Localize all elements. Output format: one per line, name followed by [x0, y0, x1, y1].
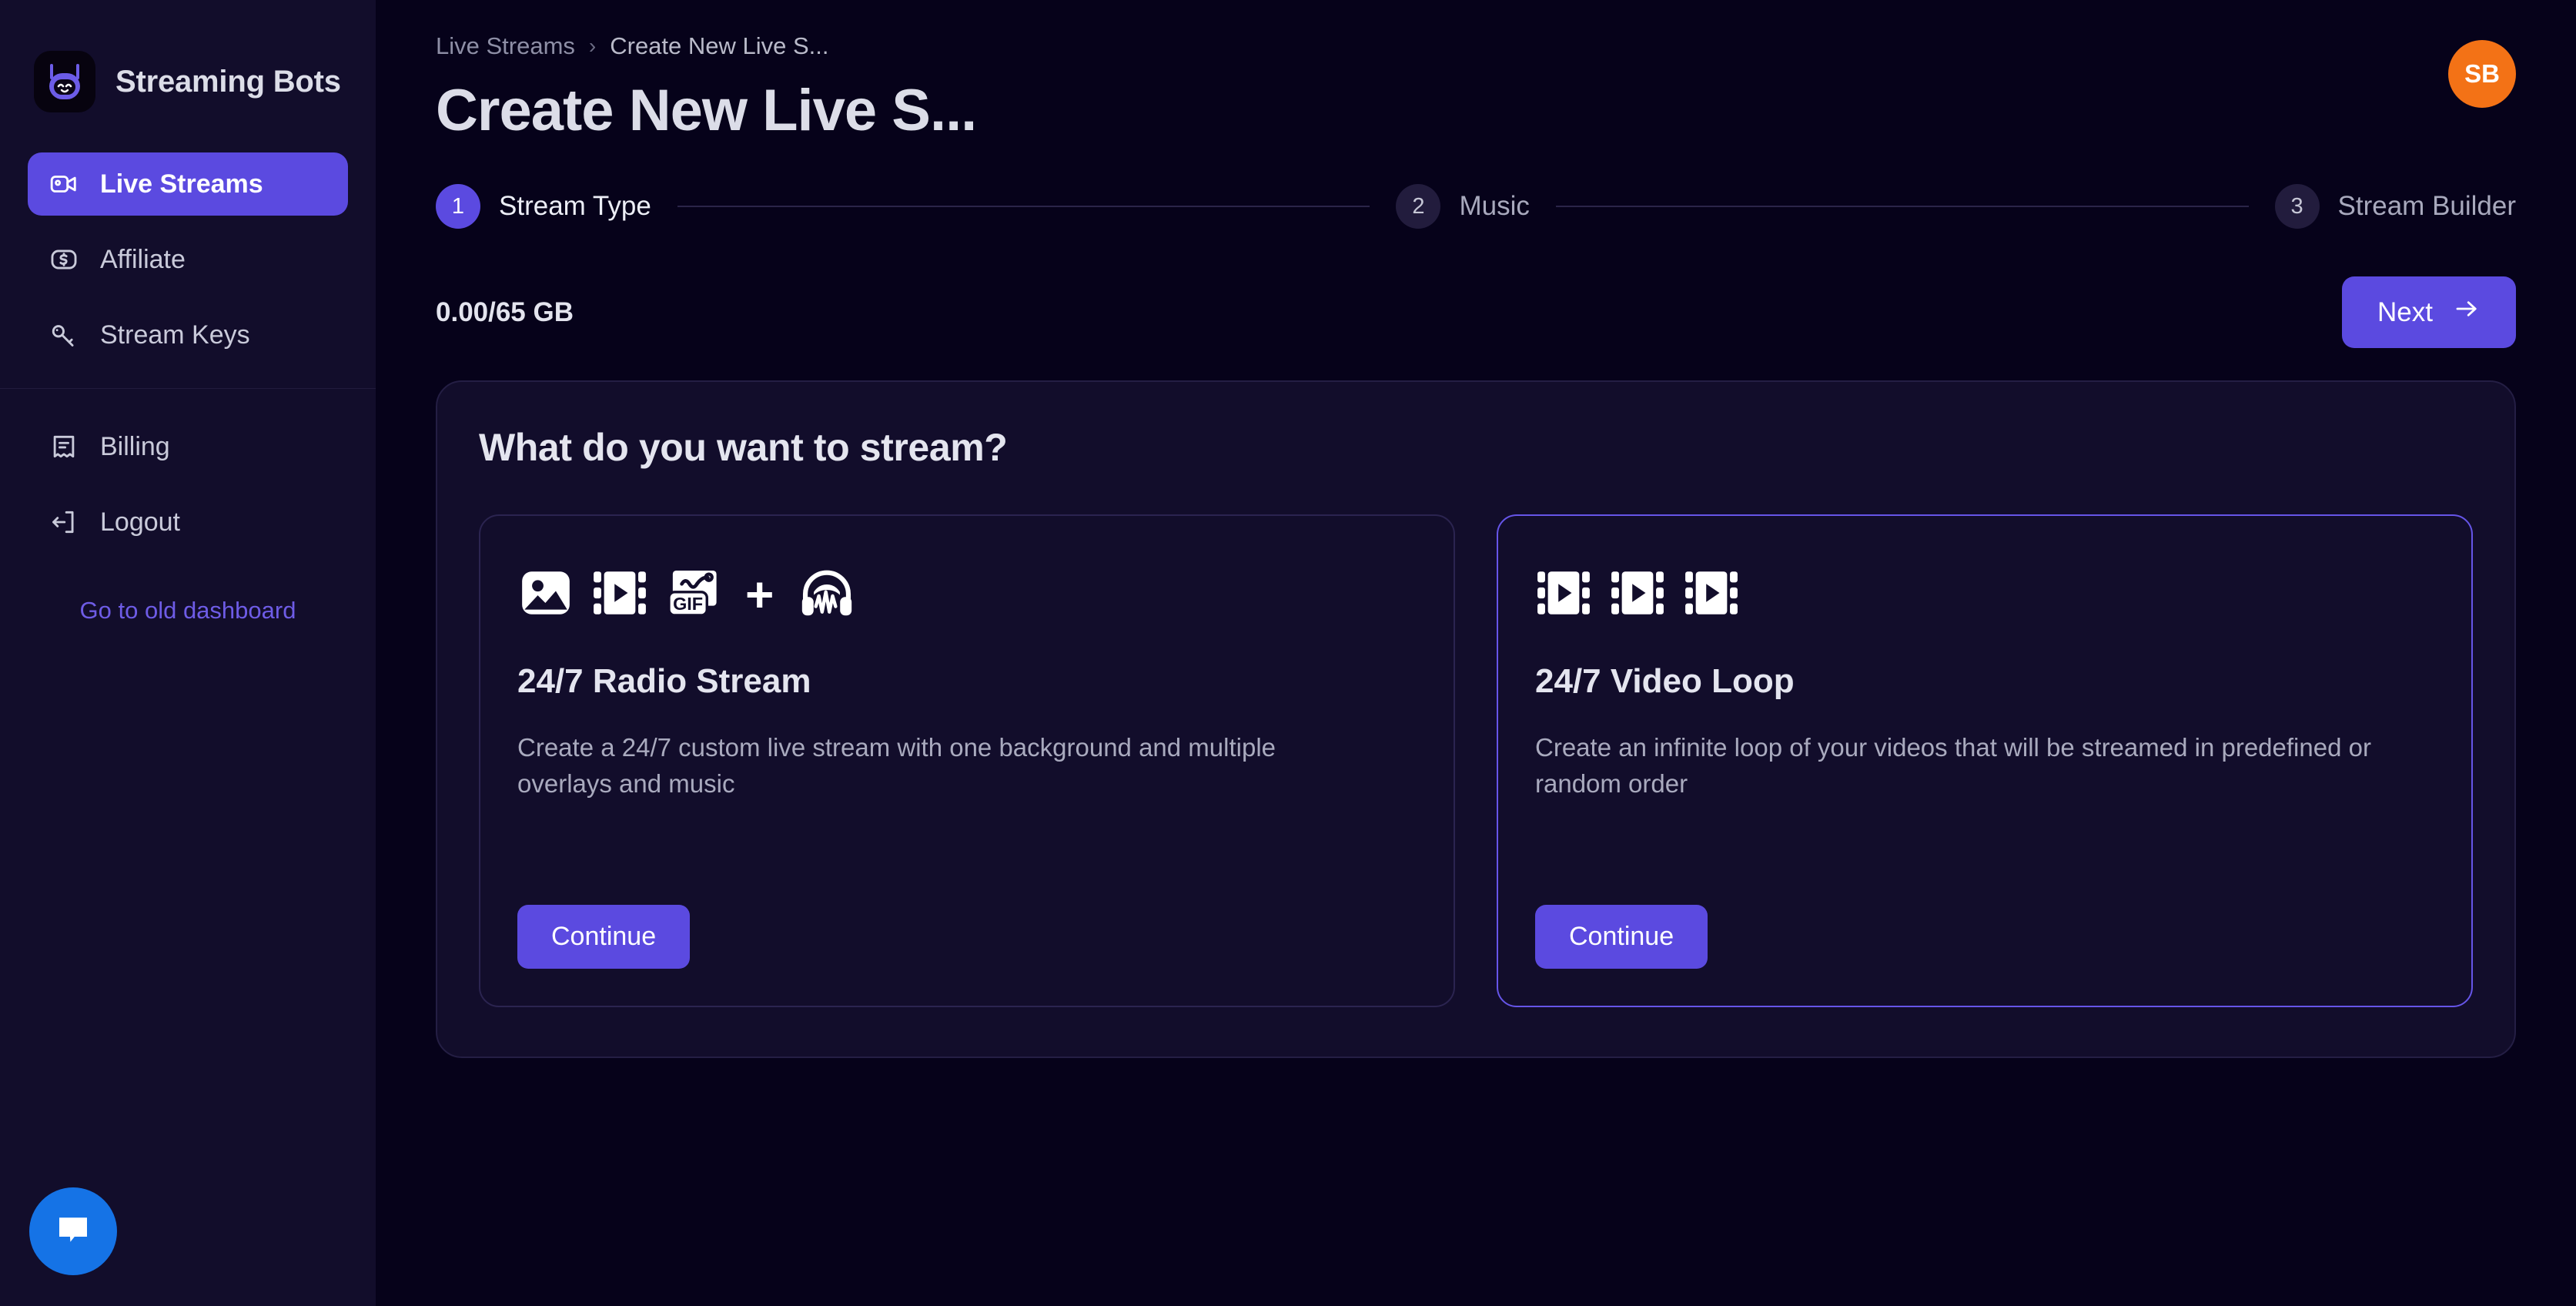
film-icon — [1609, 564, 1666, 625]
next-button[interactable]: Next — [2342, 276, 2516, 348]
dollar-box-icon — [48, 243, 80, 276]
card-description: Create a 24/7 custom live stream with on… — [517, 733, 1276, 798]
card-radio-stream[interactable]: GIF + 24/7 Radio Stream Create a 24/7 cu… — [479, 514, 1455, 1007]
card-icon-row — [1535, 556, 2434, 633]
sidebar-nav-primary: Live Streams Affiliate Stream Keys — [0, 123, 376, 367]
step-label: Stream Type — [499, 191, 651, 221]
stream-type-cards: GIF + 24/7 Radio Stream Create a 24/7 cu… — [479, 514, 2473, 1007]
step-number: 2 — [1396, 184, 1441, 229]
sidebar-item-stream-keys[interactable]: Stream Keys — [28, 303, 348, 367]
breadcrumb-root[interactable]: Live Streams — [436, 32, 575, 60]
key-icon — [48, 319, 80, 351]
film-icon — [591, 564, 648, 625]
next-button-label: Next — [2377, 296, 2433, 327]
stepper-step-1[interactable]: 1 Stream Type — [436, 184, 651, 229]
sidebar-nav-secondary: Billing Logout — [0, 389, 376, 554]
breadcrumb-separator-icon: › — [588, 34, 597, 58]
avatar[interactable]: SB — [2448, 40, 2516, 108]
sidebar-item-label: Live Streams — [100, 169, 263, 199]
brand[interactable]: Streaming Bots — [0, 0, 376, 123]
continue-button-radio-stream[interactable]: Continue — [517, 905, 691, 969]
card-icon-row: GIF + — [517, 556, 1417, 633]
stepper-connector — [677, 206, 1370, 207]
logout-arrow-icon — [48, 506, 80, 538]
sidebar-item-live-streams[interactable]: Live Streams — [28, 152, 348, 216]
continue-button-video-loop[interactable]: Continue — [1535, 905, 1708, 969]
chat-bubble-icon — [52, 1209, 94, 1254]
card-title: 24/7 Video Loop — [1535, 662, 1795, 700]
app-root: Streaming Bots Live Streams Affiliate St… — [0, 0, 2576, 1306]
chat-bubble-button[interactable] — [29, 1187, 117, 1275]
panel-title: What do you want to stream? — [479, 426, 1008, 469]
sidebar-item-affiliate[interactable]: Affiliate — [28, 228, 348, 291]
stepper: 1 Stream Type 2 Music 3 Stream Builder — [436, 184, 2516, 229]
card-title: 24/7 Radio Stream — [517, 662, 811, 700]
card-description: Create an infinite loop of your videos t… — [1535, 733, 2371, 798]
sidebar-item-logout[interactable]: Logout — [28, 491, 348, 554]
stepper-step-3[interactable]: 3 Stream Builder — [2274, 184, 2517, 229]
sidebar: Streaming Bots Live Streams Affiliate St… — [0, 0, 376, 1306]
storage-usage-text: 0.00/65 GB — [436, 296, 574, 327]
sidebar-item-label: Billing — [100, 431, 170, 461]
arrow-right-icon — [2453, 295, 2481, 330]
stepper-step-2[interactable]: 2 Music — [1396, 184, 1530, 229]
step-number: 1 — [436, 184, 480, 229]
brand-name: Streaming Bots — [115, 64, 341, 99]
sidebar-item-label: Stream Keys — [100, 320, 250, 350]
step-number: 3 — [2274, 184, 2320, 229]
bot-logo-icon — [34, 51, 95, 112]
breadcrumb-current: Create New Live S... — [610, 32, 829, 59]
receipt-icon — [48, 430, 80, 463]
gif-icon: GIF — [665, 564, 722, 625]
stepper-connector — [1555, 206, 2249, 207]
svg-text:GIF: GIF — [673, 594, 703, 614]
plus-icon: + — [745, 567, 774, 622]
step-label: Music — [1459, 191, 1530, 221]
film-icon — [1683, 564, 1740, 625]
breadcrumb: Live Streams › Create New Live S... — [436, 32, 976, 60]
go-to-old-dashboard-link[interactable]: Go to old dashboard — [0, 597, 376, 625]
topbar: Live Streams › Create New Live S... Crea… — [436, 0, 2516, 144]
sidebar-item-billing[interactable]: Billing — [28, 415, 348, 478]
headphones-waveform-icon — [797, 563, 857, 627]
stream-type-panel: What do you want to stream? GIF + 24/7 R… — [436, 380, 2516, 1058]
sidebar-item-label: Logout — [100, 507, 180, 537]
film-icon — [1535, 564, 1592, 625]
video-camera-icon — [48, 168, 80, 200]
main-content: Live Streams › Create New Live S... Crea… — [376, 0, 2576, 1306]
page-title: Create New Live S... — [436, 78, 977, 143]
sidebar-item-label: Affiliate — [100, 244, 186, 274]
card-video-loop[interactable]: 24/7 Video Loop Create an infinite loop … — [1497, 514, 2473, 1007]
header-left: Live Streams › Create New Live S... Crea… — [436, 32, 977, 144]
image-icon — [517, 564, 574, 625]
storage-row: 0.00/65 GB Next — [436, 276, 2516, 348]
step-label: Stream Builder — [2337, 191, 2517, 221]
